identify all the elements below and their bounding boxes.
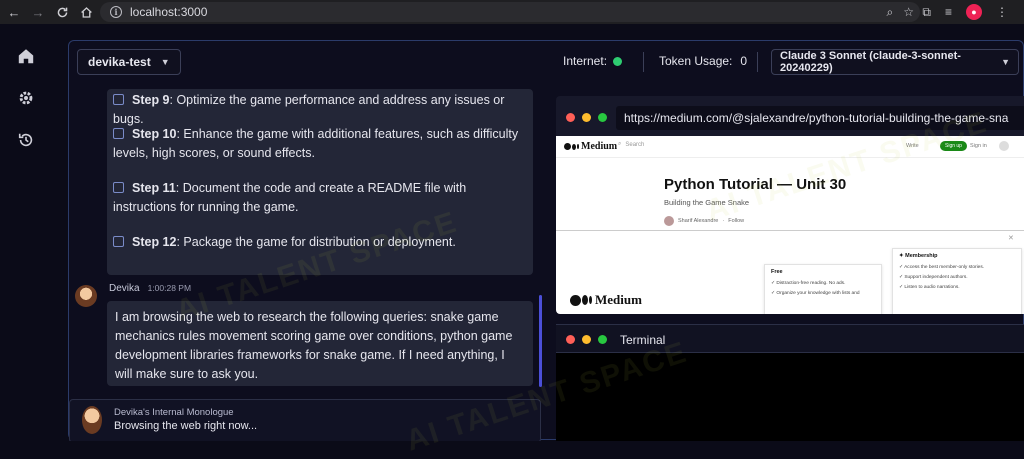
browser-chrome: ← → i localhost:3000 ⌕ ☆ ⧉ ≡ ● ⋮ [0, 0, 1024, 24]
step-checkbox[interactable] [113, 182, 124, 193]
token-value: 0 [740, 54, 748, 68]
medium-write: Write [906, 143, 919, 149]
main-frame: devika-test ▼ Internet: Token Usage: 0 Cl… [68, 40, 1024, 441]
browser-panel: https://medium.com/@sjalexandre/python-t… [556, 96, 1024, 314]
app-sidebar [0, 24, 52, 440]
step-checkbox[interactable] [113, 128, 124, 139]
browser-url-field[interactable]: https://medium.com/@sjalexandre/python-t… [616, 106, 1024, 130]
modal-edge [556, 230, 1024, 231]
step-checkbox[interactable] [113, 236, 124, 247]
token-label: Token Usage: [659, 54, 733, 68]
membership-card: ✦ Membership ✓ Access the best member-on… [892, 248, 1022, 314]
home-icon[interactable] [74, 0, 98, 24]
medium-user-icon [999, 141, 1009, 151]
gear-icon[interactable] [16, 88, 36, 108]
project-dropdown[interactable]: devika-test ▼ [77, 49, 181, 75]
window-controls [566, 113, 607, 122]
terminal-panel[interactable]: Terminal [556, 324, 1024, 441]
history-icon[interactable] [16, 130, 36, 150]
minimize-dot [582, 335, 591, 344]
plan-steps-card: Step 9: Optimize the game performance an… [107, 89, 533, 275]
model-name: Claude 3 Sonnet (claude-3-sonnet-2024022… [780, 50, 961, 74]
article-author: Sharif Alexandre · Follow [664, 216, 744, 226]
agent-message: I am browsing the web to research the fo… [107, 301, 533, 386]
address-url[interactable]: localhost:3000 [130, 5, 207, 19]
free-plan-card: Free ✓ Distraction-free reading. No ads.… [764, 264, 882, 314]
message-author: Devika [109, 283, 140, 294]
project-name: devika-test [88, 55, 151, 69]
zoom-icon[interactable]: ⌕ [887, 5, 894, 20]
modal-close-icon: ✕ [1008, 235, 1014, 242]
medium-logo: Medium [564, 141, 617, 152]
medium-logo-large: Medium [570, 292, 642, 308]
medium-header: Medium ⌕ Search Write Sign up Sign in [556, 136, 1024, 158]
site-info-icon[interactable]: i [110, 6, 122, 18]
bookmark-star-icon[interactable]: ☆ [903, 5, 914, 19]
plan-step: Step 12: Package the game for distributi… [113, 233, 523, 252]
message-header: Devika 1:00:28 PM [109, 283, 191, 294]
reload-icon[interactable] [50, 0, 74, 24]
chevron-down-icon: ▼ [1001, 57, 1010, 67]
medium-signin: Sign in [970, 143, 987, 149]
minimize-dot [582, 113, 591, 122]
close-dot [566, 113, 575, 122]
model-dropdown[interactable]: Claude 3 Sonnet (claude-3-sonnet-2024022… [771, 49, 1019, 75]
top-bar: devika-test ▼ Internet: Token Usage: 0 Cl… [69, 41, 1023, 83]
article-subtitle: Building the Game Snake [664, 198, 750, 207]
devika-avatar [75, 285, 97, 307]
plan-step: Step 9: Optimize the game performance an… [113, 93, 505, 126]
token-usage: Token Usage: 0 [659, 54, 747, 68]
internal-monologue: Devika's Internal Monologue Browsing the… [69, 399, 541, 441]
message-time: 1:00:28 PM [147, 283, 192, 293]
maximize-dot [598, 113, 607, 122]
forward-icon[interactable]: → [26, 0, 50, 24]
chevron-down-icon: ▼ [160, 57, 170, 67]
divider [757, 52, 758, 72]
extensions-icon[interactable]: ⧉ [922, 5, 931, 20]
address-bar[interactable]: i localhost:3000 ⌕ ☆ [100, 2, 920, 22]
internet-label: Internet: [563, 54, 608, 68]
plan-step: Step 10: Enhance the game with additiona… [113, 127, 519, 160]
window-controls [566, 335, 607, 344]
plan-step: Step 11: Document the code and create a … [113, 181, 467, 214]
medium-search: ⌕ Search [618, 141, 645, 148]
terminal-title: Terminal [620, 333, 666, 347]
maximize-dot [598, 335, 607, 344]
close-dot [566, 335, 575, 344]
scrollbar[interactable] [539, 295, 542, 387]
status-dot [613, 56, 623, 66]
medium-signup: Sign up [940, 141, 967, 151]
chat-panel[interactable]: Step 9: Optimize the game performance an… [69, 89, 547, 441]
chrome-menu-icon[interactable]: ⋮ [996, 5, 1008, 19]
home-icon[interactable] [16, 46, 36, 66]
article-title: Python Tutorial — Unit 30 [664, 176, 847, 193]
browser-screenshot: Medium ⌕ Search Write Sign up Sign in Py… [556, 136, 1024, 314]
internet-status: Internet: [563, 54, 623, 68]
step-checkbox[interactable] [113, 94, 124, 105]
monologue-text: Browsing the web right now... [114, 420, 258, 432]
media-icon[interactable]: ≡ [945, 5, 952, 19]
profile-avatar[interactable]: ● [966, 4, 982, 20]
terminal-header: Terminal [556, 325, 1024, 353]
author-avatar [664, 216, 674, 226]
monologue-title: Devika's Internal Monologue [114, 407, 234, 418]
divider [643, 52, 644, 72]
devika-avatar [82, 406, 102, 434]
back-icon[interactable]: ← [2, 0, 26, 24]
